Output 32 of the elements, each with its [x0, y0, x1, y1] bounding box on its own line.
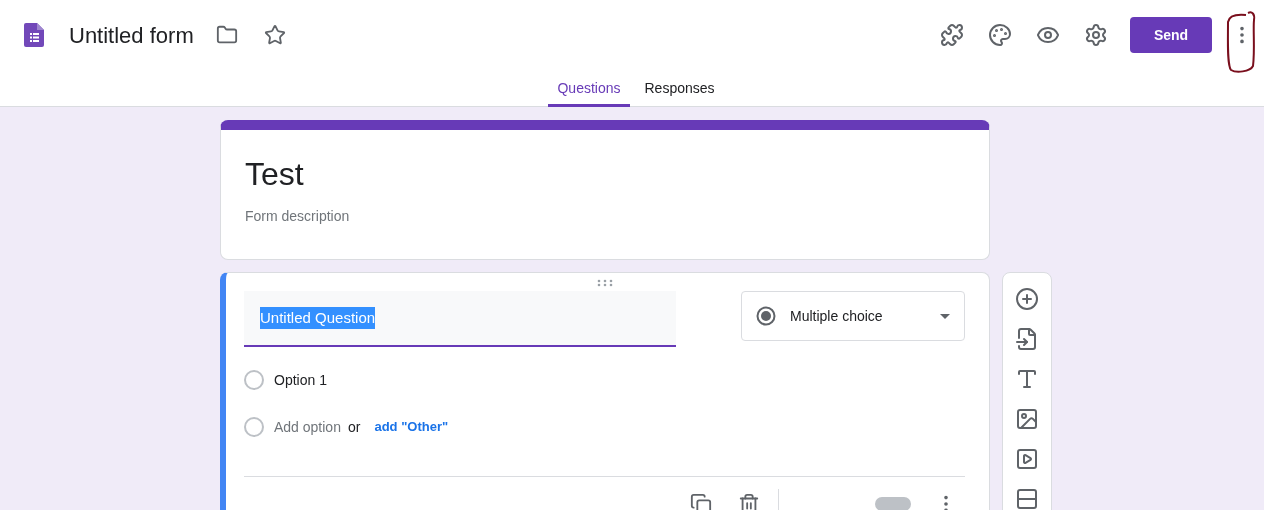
- tab[interactable]: Questions: [548, 72, 630, 107]
- add-other-link[interactable]: add "Other": [374, 417, 449, 437]
- radio-button[interactable]: [244, 370, 264, 390]
- annotation-loop: [1226, 10, 1256, 74]
- question-type-dropdown[interactable]: Multiple choice: [741, 291, 965, 341]
- tab[interactable]: Responses: [643, 72, 716, 107]
- folder-icon[interactable]: [215, 24, 238, 46]
- settings-icon[interactable]: [1084, 23, 1108, 47]
- form-title[interactable]: Test: [245, 154, 965, 194]
- palette-icon[interactable]: [988, 23, 1012, 47]
- option-label[interactable]: Option 1: [274, 369, 327, 391]
- import-icon[interactable]: [1015, 327, 1039, 351]
- forms-logo-icon[interactable]: [24, 23, 44, 47]
- star-icon[interactable]: [263, 24, 286, 46]
- caret-icon: [940, 313, 950, 319]
- text-icon[interactable]: [1015, 367, 1039, 391]
- add-question-icon[interactable]: [1015, 287, 1039, 311]
- trash-icon[interactable]: [738, 493, 760, 510]
- duplicate-icon[interactable]: [690, 493, 712, 510]
- send-button[interactable]: Send: [1130, 17, 1212, 53]
- required-toggle[interactable]: [875, 497, 911, 510]
- form-name[interactable]: Untitled form: [69, 18, 194, 52]
- add-option-field[interactable]: Add option: [274, 416, 341, 438]
- section-icon[interactable]: [1015, 487, 1039, 510]
- empty-circle-icon: [244, 417, 264, 437]
- image-icon[interactable]: [1015, 407, 1039, 431]
- or-text: or: [347, 417, 361, 437]
- radio-icon: [756, 306, 776, 326]
- drag-handle-icon[interactable]: [596, 279, 613, 287]
- puzzle-icon[interactable]: [940, 23, 964, 47]
- video-icon[interactable]: [1015, 447, 1039, 471]
- description-field[interactable]: Form description: [245, 206, 965, 227]
